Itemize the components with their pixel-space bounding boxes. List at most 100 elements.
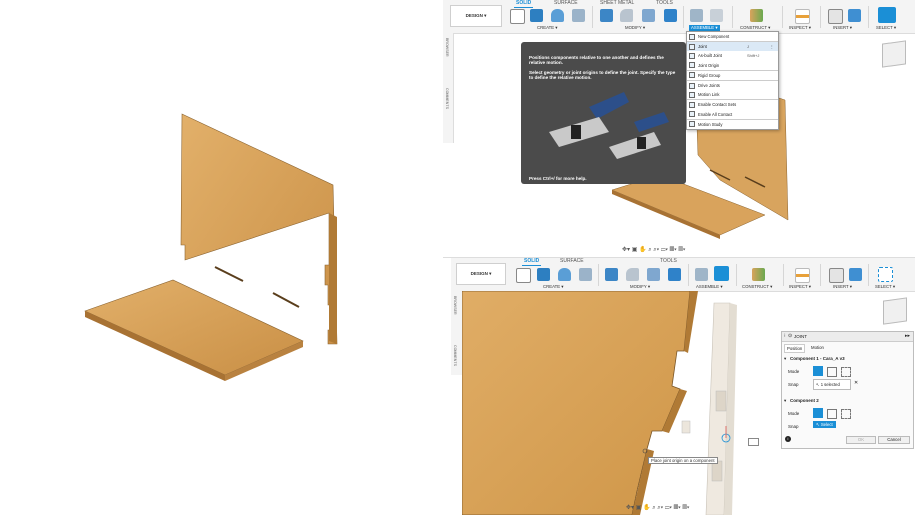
display-settings-icon[interactable]: ▭▾ [665,505,672,511]
extrude-icon[interactable] [530,9,543,22]
menu-item-new-component[interactable]: New Component [687,32,778,41]
mode-two-faces-icon[interactable] [841,409,851,419]
combine-icon[interactable] [664,9,677,22]
insert-derive-icon[interactable] [829,268,844,283]
viewports-icon[interactable]: ▤▾ [678,247,685,253]
pan-icon[interactable]: ✋ [643,505,650,511]
extrude-icon[interactable] [537,268,550,281]
insert-image-icon[interactable] [849,268,862,281]
sweep-icon[interactable] [572,9,585,22]
insert-derive-icon[interactable] [828,9,843,24]
press-pull-icon[interactable] [605,268,618,281]
combine-icon[interactable] [668,268,681,281]
fillet-icon[interactable] [626,268,639,281]
panel-grip-icon[interactable]: ⁝ [784,333,786,339]
grid-settings-icon[interactable]: ▦▾ [670,247,677,253]
create-sketch-icon[interactable] [510,9,525,24]
bottom-inspect-menu[interactable]: INSPECT ▾ [789,284,811,290]
panel-tab-motion[interactable]: Motion [809,344,826,351]
info-icon[interactable]: i [785,436,791,442]
look-at-icon[interactable]: ▣ [632,247,638,253]
revolve-icon[interactable] [558,268,571,281]
top-inspect-menu[interactable]: INSPECT ▾ [789,25,811,31]
bottom-insert-menu[interactable]: INSERT ▾ [833,284,852,290]
revolve-icon[interactable] [551,9,564,22]
mode-between-icon[interactable] [827,367,837,377]
bottom-comments-tab[interactable]: COMMENTS [453,345,457,366]
menu-item-rigid-group[interactable]: Rigid Group [687,69,778,80]
bottom-design-dropdown[interactable]: DESIGN ▾ [456,263,506,285]
menu-item-enable-all-contact[interactable]: Enable All Contact [687,110,778,119]
menu-item-joint[interactable]: Joint J ⋮ [687,41,778,52]
top-select-menu[interactable]: SELECT ▾ [876,25,896,31]
panel-expand-icon[interactable]: ▸▸ [905,333,910,339]
ok-button[interactable]: OK [846,436,876,444]
menu-item-as-built-joint[interactable]: As-built Joint Shift+J [687,51,778,60]
top-design-dropdown[interactable]: DESIGN ▾ [450,5,502,27]
bottom-select-menu[interactable]: SELECT ▾ [875,284,895,290]
bottom-browser-tab[interactable]: BROWSER [453,296,457,315]
component2-collapse-icon[interactable]: ▾ [784,398,786,404]
top-modify-menu[interactable]: MODIFY ▾ [625,25,645,31]
top-comments-tab[interactable]: COMMENTS [445,88,449,109]
mode-two-faces-icon[interactable] [841,367,851,377]
bottom-navigation-bar[interactable]: ✥▾ ▣ ✋ ⌕ ⌕▾ ▭▾ ▦▾ ▤▾ [626,504,689,512]
joint-icon[interactable] [710,9,723,22]
fit-icon[interactable]: ⌕▾ [653,247,659,253]
mode-between-icon[interactable] [827,409,837,419]
look-at-icon[interactable]: ▣ [636,505,642,511]
fit-icon[interactable]: ⌕▾ [657,505,663,511]
top-insert-menu[interactable]: INSERT ▾ [833,25,852,31]
new-component-icon[interactable] [695,268,708,281]
offset-plane-icon[interactable] [750,9,763,22]
top-tab-tools[interactable]: TOOLS [656,0,673,6]
viewport-display-icon[interactable] [748,438,759,446]
bottom-tab-surface[interactable]: SURFACE [560,258,584,264]
mode-simple-icon[interactable] [813,408,823,418]
menu-item-joint-origin[interactable]: Joint Origin [687,61,778,70]
mode-simple-icon[interactable] [813,366,823,376]
joint-icon[interactable] [714,266,729,281]
sweep-icon[interactable] [579,268,592,281]
bottom-assemble-menu[interactable]: ASSEMBLE ▾ [696,284,723,290]
component1-snap-selection[interactable]: ↖ 1 selected [813,379,851,390]
insert-image-icon[interactable] [848,9,861,22]
top-browser-tab[interactable]: BROWSER [445,38,449,57]
menu-item-enable-contact-sets[interactable]: Enable Contact Sets [687,99,778,109]
top-tab-solid[interactable]: SOLID [513,0,534,8]
panel-tab-position[interactable]: Position [784,344,806,353]
component1-collapse-icon[interactable]: ▾ [784,356,786,362]
orbit-icon[interactable]: ✥▾ [626,505,634,511]
bottom-tab-tools[interactable]: TOOLS [660,258,677,264]
display-settings-icon[interactable]: ▭▾ [661,247,668,253]
new-component-icon[interactable] [690,9,703,22]
create-sketch-icon[interactable] [516,268,531,283]
bottom-tab-solid[interactable]: SOLID [521,258,542,266]
clear-selection-icon[interactable]: ✕ [854,380,858,386]
select-box-icon[interactable] [878,267,893,282]
fillet-icon[interactable] [620,9,633,22]
bottom-create-menu[interactable]: CREATE ▾ [543,284,563,290]
top-tab-surface[interactable]: SURFACE [554,0,578,6]
shell-icon[interactable] [647,268,660,281]
bottom-construct-menu[interactable]: CONSTRUCT ▾ [742,284,772,290]
component2-select-button[interactable]: ↖ Select [813,421,836,428]
grid-settings-icon[interactable]: ▦▾ [674,505,681,511]
menu-item-drive-joints[interactable]: Drive Joints [687,79,778,90]
zoom-icon[interactable]: ⌕ [648,247,651,253]
top-tab-sheet-metal[interactable]: SHEET METAL [600,0,634,6]
measure-icon[interactable] [795,9,810,24]
orbit-icon[interactable]: ✥▾ [622,247,630,253]
viewports-icon[interactable]: ▤▾ [682,505,689,511]
pan-icon[interactable]: ✋ [639,247,646,253]
top-viewcube[interactable] [882,40,906,68]
press-pull-icon[interactable] [600,9,613,22]
zoom-icon[interactable]: ⌕ [652,505,655,511]
bottom-modify-menu[interactable]: MODIFY ▾ [630,284,650,290]
offset-plane-icon[interactable] [752,268,765,281]
bottom-viewcube[interactable] [883,297,907,325]
select-arrow-icon[interactable] [878,7,896,23]
cancel-button[interactable]: Cancel [878,436,910,444]
top-create-menu[interactable]: CREATE ▾ [537,25,557,31]
menu-item-motion-link[interactable]: Motion Link [687,90,778,99]
